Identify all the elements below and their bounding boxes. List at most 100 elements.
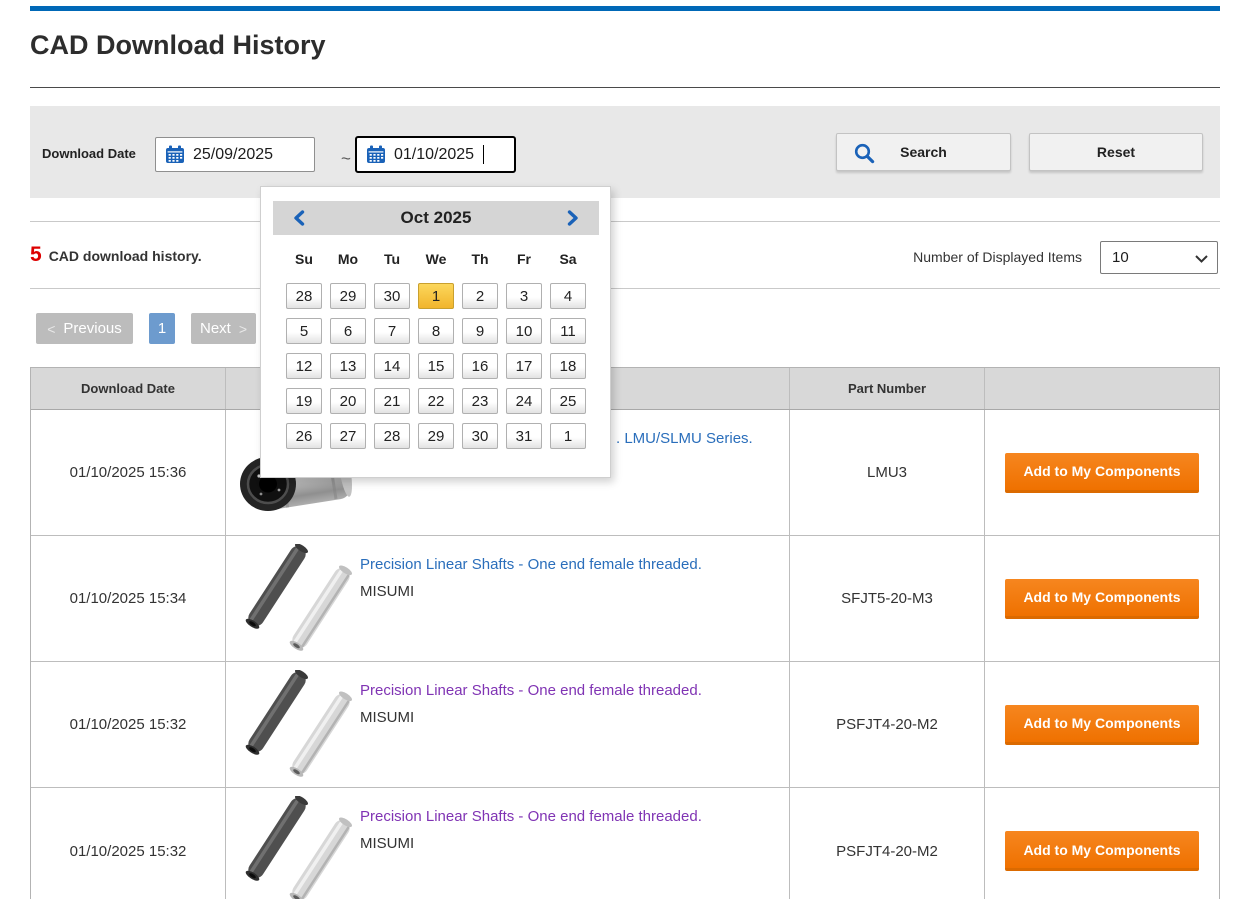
date-from-value: 25/09/2025	[193, 146, 273, 164]
next-page-label: Next	[200, 320, 231, 337]
calendar-day[interactable]: 23	[462, 388, 498, 414]
add-to-my-components-button[interactable]: Add to My Components	[1005, 579, 1199, 619]
chevron-right-icon	[567, 210, 579, 226]
calendar-day[interactable]: 19	[286, 388, 322, 414]
calendar-day[interactable]: 2	[462, 283, 498, 309]
calendar-day[interactable]: 13	[330, 353, 366, 379]
calendar-weekday: Sa	[550, 251, 586, 267]
section-divider	[30, 288, 1220, 289]
product-title-link[interactable]: Precision Linear Shafts - One end female…	[360, 556, 702, 573]
calendar-day[interactable]: 4	[550, 283, 586, 309]
chevron-right-icon: >	[239, 321, 247, 337]
calendar-day[interactable]: 24	[506, 388, 542, 414]
download-date-filter-panel: Download Date 25/09/2025 ~	[30, 106, 1220, 198]
calendar-day[interactable]: 3	[506, 283, 542, 309]
calendar-day[interactable]: 22	[418, 388, 454, 414]
row-product-cell: Precision Linear Shafts - One end female…	[226, 536, 790, 661]
row-part-number: PSFJT4-20-M2	[790, 662, 985, 787]
calendar-day[interactable]: 29	[330, 283, 366, 309]
row-download-date: 01/10/2025 15:32	[31, 788, 226, 899]
calendar-day[interactable]: 9	[462, 318, 498, 344]
product-brand: MISUMI	[360, 835, 789, 852]
date-to-input[interactable]: 01/10/2025	[355, 136, 516, 173]
previous-page-button[interactable]: < Previous	[36, 313, 133, 344]
row-action-cell: Add to My Components	[985, 662, 1219, 787]
result-count-text: CAD download history.	[49, 248, 202, 264]
calendar-weekday: Tu	[374, 251, 410, 267]
calendar-day[interactable]: 18	[550, 353, 586, 379]
table-row: 01/10/2025 15:32	[31, 788, 1219, 899]
calendar-day[interactable]: 7	[374, 318, 410, 344]
date-from-input[interactable]: 25/09/2025	[155, 137, 315, 172]
calendar-weekday: Su	[286, 251, 322, 267]
add-to-my-components-button[interactable]: Add to My Components	[1005, 831, 1199, 871]
calendar-day[interactable]: 28	[286, 283, 322, 309]
datepicker-weekday-row: SuMoTuWeThFrSa	[286, 251, 586, 267]
chevron-left-icon: <	[47, 321, 55, 337]
previous-month-button[interactable]	[291, 208, 307, 228]
header-download-date: Download Date	[31, 368, 226, 409]
calendar-day[interactable]: 17	[506, 353, 542, 379]
calendar-day[interactable]: 29	[418, 423, 454, 449]
row-part-number: LMU3	[790, 410, 985, 535]
calendar-day[interactable]: 21	[374, 388, 410, 414]
next-page-button[interactable]: Next >	[191, 313, 256, 344]
datepicker-day-grid: 2829301234567891011121314151617181920212…	[286, 283, 586, 449]
datepicker-month-title: Oct 2025	[401, 208, 472, 228]
current-page-indicator[interactable]: 1	[149, 313, 175, 344]
linear-shafts-product-image	[235, 796, 357, 899]
calendar-day-selected[interactable]: 1	[418, 283, 454, 309]
product-title-link[interactable]: . LMU/SLMU Series.	[616, 430, 753, 447]
add-to-my-components-button[interactable]: Add to My Components	[1005, 705, 1199, 745]
calendar-day[interactable]: 28	[374, 423, 410, 449]
row-download-date: 01/10/2025 15:32	[31, 662, 226, 787]
calendar-day[interactable]: 6	[330, 318, 366, 344]
result-count: 5 CAD download history.	[30, 243, 202, 267]
calendar-day[interactable]: 20	[330, 388, 366, 414]
section-divider	[30, 221, 1220, 222]
calendar-day[interactable]: 26	[286, 423, 322, 449]
items-per-page-label: Number of Displayed Items	[913, 249, 1082, 265]
title-divider	[30, 87, 1220, 88]
chevron-left-icon	[293, 210, 305, 226]
calendar-day[interactable]: 5	[286, 318, 322, 344]
calendar-day[interactable]: 1	[550, 423, 586, 449]
calendar-icon	[366, 145, 386, 164]
datepicker-popup: Oct 2025 SuMoTuWeThFrSa 2829301234567891…	[260, 186, 611, 478]
calendar-day[interactable]: 15	[418, 353, 454, 379]
table-row: 01/10/2025 15:34	[31, 536, 1219, 662]
search-button-label: Search	[900, 144, 947, 160]
calendar-day[interactable]: 14	[374, 353, 410, 379]
product-title-link[interactable]: Precision Linear Shafts - One end female…	[360, 682, 702, 699]
calendar-day[interactable]: 30	[374, 283, 410, 309]
reset-button[interactable]: Reset	[1029, 133, 1203, 171]
calendar-day[interactable]: 8	[418, 318, 454, 344]
calendar-weekday: We	[418, 251, 454, 267]
download-history-table: Download Date Part Number 01/10/2025 15:…	[30, 367, 1220, 899]
add-to-my-components-button[interactable]: Add to My Components	[1005, 453, 1199, 493]
top-accent-bar	[30, 6, 1220, 11]
row-action-cell: Add to My Components	[985, 410, 1219, 535]
next-month-button[interactable]	[565, 208, 581, 228]
calendar-day[interactable]: 10	[506, 318, 542, 344]
datepicker-header: Oct 2025	[273, 201, 599, 235]
calendar-day[interactable]: 25	[550, 388, 586, 414]
product-brand: MISUMI	[360, 583, 789, 600]
calendar-day[interactable]: 30	[462, 423, 498, 449]
table-header-row: Download Date Part Number	[31, 368, 1219, 410]
calendar-day[interactable]: 12	[286, 353, 322, 379]
row-action-cell: Add to My Components	[985, 536, 1219, 661]
calendar-day[interactable]: 31	[506, 423, 542, 449]
items-per-page-select[interactable]: 10	[1100, 241, 1218, 274]
table-row: 01/10/2025 15:36	[31, 410, 1219, 536]
calendar-day[interactable]: 16	[462, 353, 498, 379]
linear-shafts-product-image	[235, 544, 357, 654]
calendar-day[interactable]: 11	[550, 318, 586, 344]
date-to-value: 01/10/2025	[394, 146, 474, 164]
search-button[interactable]: Search	[836, 133, 1011, 171]
header-action	[985, 368, 1219, 409]
cad-download-history-page: CAD Download History Download Date 25/09…	[0, 0, 1237, 899]
product-text-block: Precision Linear Shafts - One end female…	[360, 788, 789, 852]
calendar-day[interactable]: 27	[330, 423, 366, 449]
product-title-link[interactable]: Precision Linear Shafts - One end female…	[360, 808, 702, 825]
